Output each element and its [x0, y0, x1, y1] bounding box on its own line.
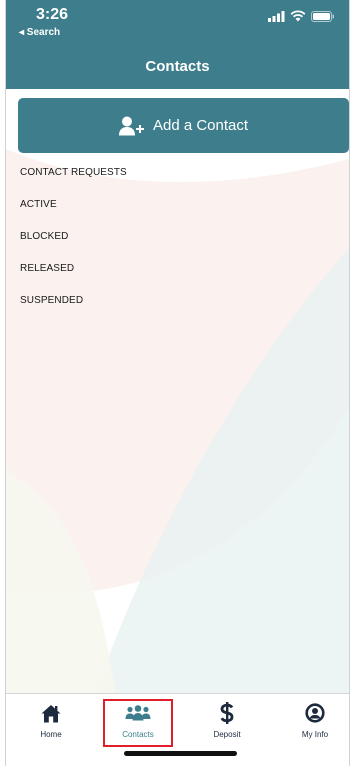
add-contact-label: Add a Contact [152, 117, 249, 134]
contact-requests-item[interactable]: CONTACT REQUESTS [20, 167, 127, 199]
tab-deposit[interactable]: Deposit [192, 694, 262, 744]
signal-icon [268, 10, 285, 22]
tab-my-info[interactable]: My Info [280, 694, 349, 744]
tab-contacts[interactable]: Contacts [103, 699, 173, 747]
tab-home-label: Home [40, 730, 62, 739]
user-circle-icon [305, 703, 325, 723]
wifi-icon [290, 10, 306, 22]
active-item[interactable]: ACTIVE [20, 199, 127, 231]
dollar-icon [220, 702, 234, 724]
tab-contacts-label: Contacts [122, 730, 154, 739]
tab-my-info-label: My Info [301, 730, 329, 739]
tab-home[interactable]: Home [16, 694, 86, 744]
blocked-item[interactable]: BLOCKED [20, 231, 127, 263]
page-title: Contacts [145, 58, 210, 75]
status-time: 3:26 [36, 6, 69, 23]
tab-deposit-label: Deposit [213, 730, 241, 739]
released-item[interactable]: RELEASED [20, 263, 127, 295]
header-bar: 3:26 ◂ Search Contacts [6, 0, 349, 89]
battery-icon [311, 10, 334, 22]
status-icons [268, 10, 335, 22]
add-user-icon [118, 116, 144, 135]
suspended-item[interactable]: SUSPENDED [20, 295, 127, 327]
home-icon [41, 703, 61, 723]
back-to-search-link[interactable]: ◂ Search [19, 27, 60, 38]
phone-screen: 3:26 ◂ Search Contacts Add a Contact CON… [5, 0, 350, 766]
people-icon [125, 703, 151, 723]
contact-status-list: CONTACT REQUESTS ACTIVE BLOCKED RELEASED… [20, 167, 127, 327]
home-indicator [124, 751, 237, 756]
add-contact-button[interactable]: Add a Contact [18, 98, 349, 153]
